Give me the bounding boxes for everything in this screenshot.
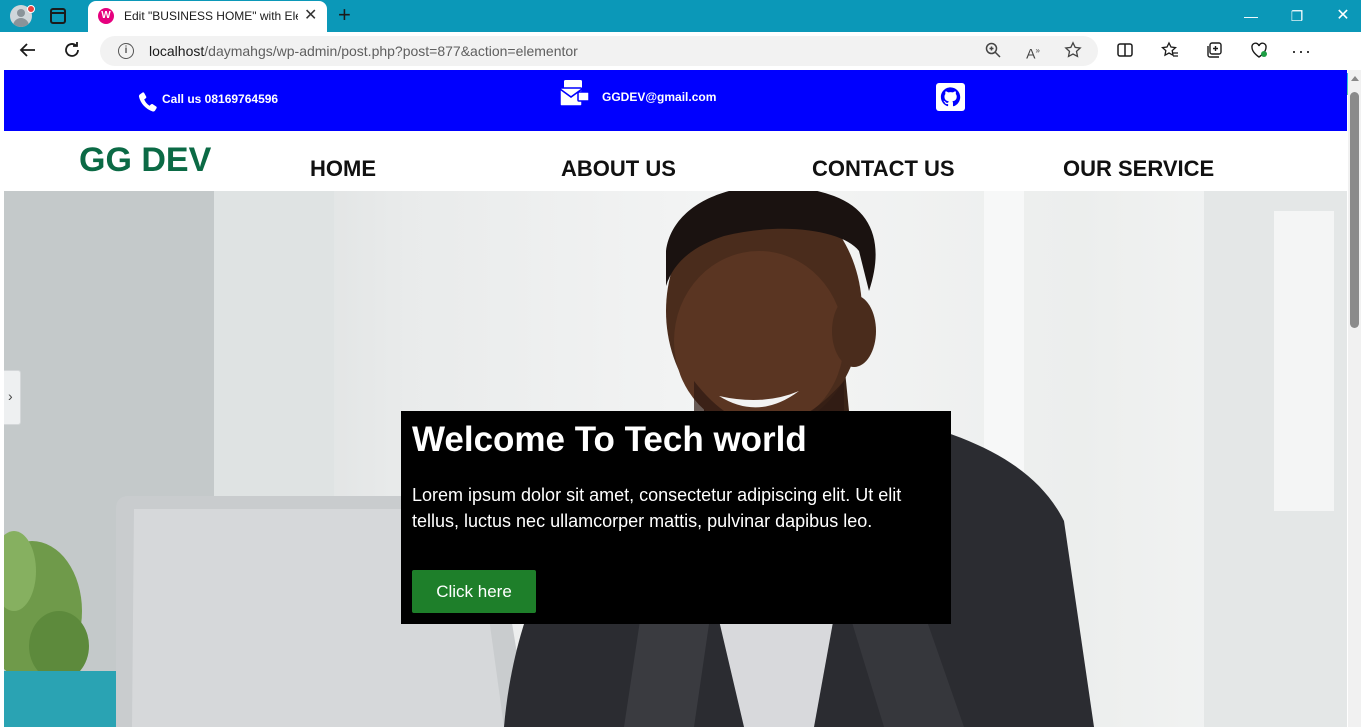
split-screen-icon[interactable] <box>1115 41 1135 61</box>
zoom-icon[interactable] <box>983 41 1003 61</box>
hero-text-panel: Welcome To Tech world Lorem ipsum dolor … <box>401 411 951 624</box>
reload-icon[interactable] <box>61 40 83 62</box>
github-icon <box>940 87 961 107</box>
notification-dot <box>27 5 35 13</box>
back-arrow-icon[interactable] <box>17 40 39 62</box>
tab-title: Edit "BUSINESS HOME" with Elementor <box>124 9 298 23</box>
hero-section: › Welcome To Tech world Lorem ipsum dolo… <box>4 191 1347 727</box>
chevron-right-icon: › <box>8 388 13 404</box>
nav-our-service[interactable]: OUR SERVICE <box>1063 156 1214 182</box>
url-text[interactable]: localhost/daymahgs/wp-admin/post.php?pos… <box>149 43 578 59</box>
favorites-icon[interactable] <box>1160 41 1180 61</box>
browser-toolbar: i localhost/daymahgs/wp-admin/post.php?p… <box>0 32 1361 95</box>
browser-essentials-icon[interactable] <box>1249 41 1269 61</box>
email-address[interactable]: GGDEV@gmail.com <box>602 90 716 104</box>
page-viewport: Call us 08169764596 GGDEV@gmail.com GG D… <box>4 70 1347 727</box>
close-window-button[interactable]: ✕ <box>1333 6 1353 26</box>
hero-description: Lorem ipsum dolor sit amet, consectetur … <box>412 485 902 531</box>
editor-panel-toggle[interactable]: › <box>4 370 21 425</box>
browser-title-bar: W Edit "BUSINESS HOME" with Elementor ✕ … <box>0 0 1361 32</box>
github-link[interactable] <box>936 83 965 111</box>
contact-topbar: Call us 08169764596 GGDEV@gmail.com <box>4 70 1347 131</box>
new-tab-button[interactable]: + <box>338 3 351 27</box>
minimize-button[interactable]: — <box>1241 6 1261 26</box>
close-tab-icon[interactable]: ✕ <box>304 7 317 25</box>
nav-home[interactable]: HOME <box>310 156 376 182</box>
click-here-button[interactable]: Click here <box>412 570 536 613</box>
hero-title: Welcome To Tech world <box>412 420 807 459</box>
favorite-star-icon[interactable] <box>1063 41 1083 61</box>
address-bar[interactable]: i localhost/daymahgs/wp-admin/post.php?p… <box>100 36 1098 66</box>
page-scrollbar[interactable] <box>1348 70 1361 727</box>
site-logo[interactable]: GG DEV <box>79 141 211 180</box>
phone-icon <box>138 92 157 112</box>
nav-about-us[interactable]: ABOUT US <box>561 156 676 182</box>
nav-contact-us[interactable]: CONTACT US <box>812 156 955 182</box>
collections-icon[interactable] <box>1204 41 1224 61</box>
url-host: localhost <box>149 43 205 59</box>
site-info-icon[interactable]: i <box>118 43 134 59</box>
more-options-icon[interactable]: ··· <box>1291 41 1311 61</box>
restore-button[interactable]: ❐ <box>1287 6 1307 26</box>
url-path: /daymahgs/wp-admin/post.php?post=877&act… <box>204 43 578 59</box>
phone-number[interactable]: Call us 08169764596 <box>162 92 278 106</box>
site-header: GG DEV HOME ABOUT US CONTACT US OUR SERV… <box>4 131 1347 191</box>
scroll-up-arrow-icon[interactable] <box>1351 76 1359 81</box>
scrollbar-thumb[interactable] <box>1350 92 1359 328</box>
mail-icon <box>559 80 590 107</box>
wordpress-favicon-icon: W <box>98 8 114 24</box>
browser-tab-active[interactable]: W Edit "BUSINESS HOME" with Elementor ✕ <box>88 1 327 32</box>
read-aloud-icon[interactable]: A» <box>1023 41 1043 62</box>
tab-actions-icon[interactable] <box>50 8 66 24</box>
